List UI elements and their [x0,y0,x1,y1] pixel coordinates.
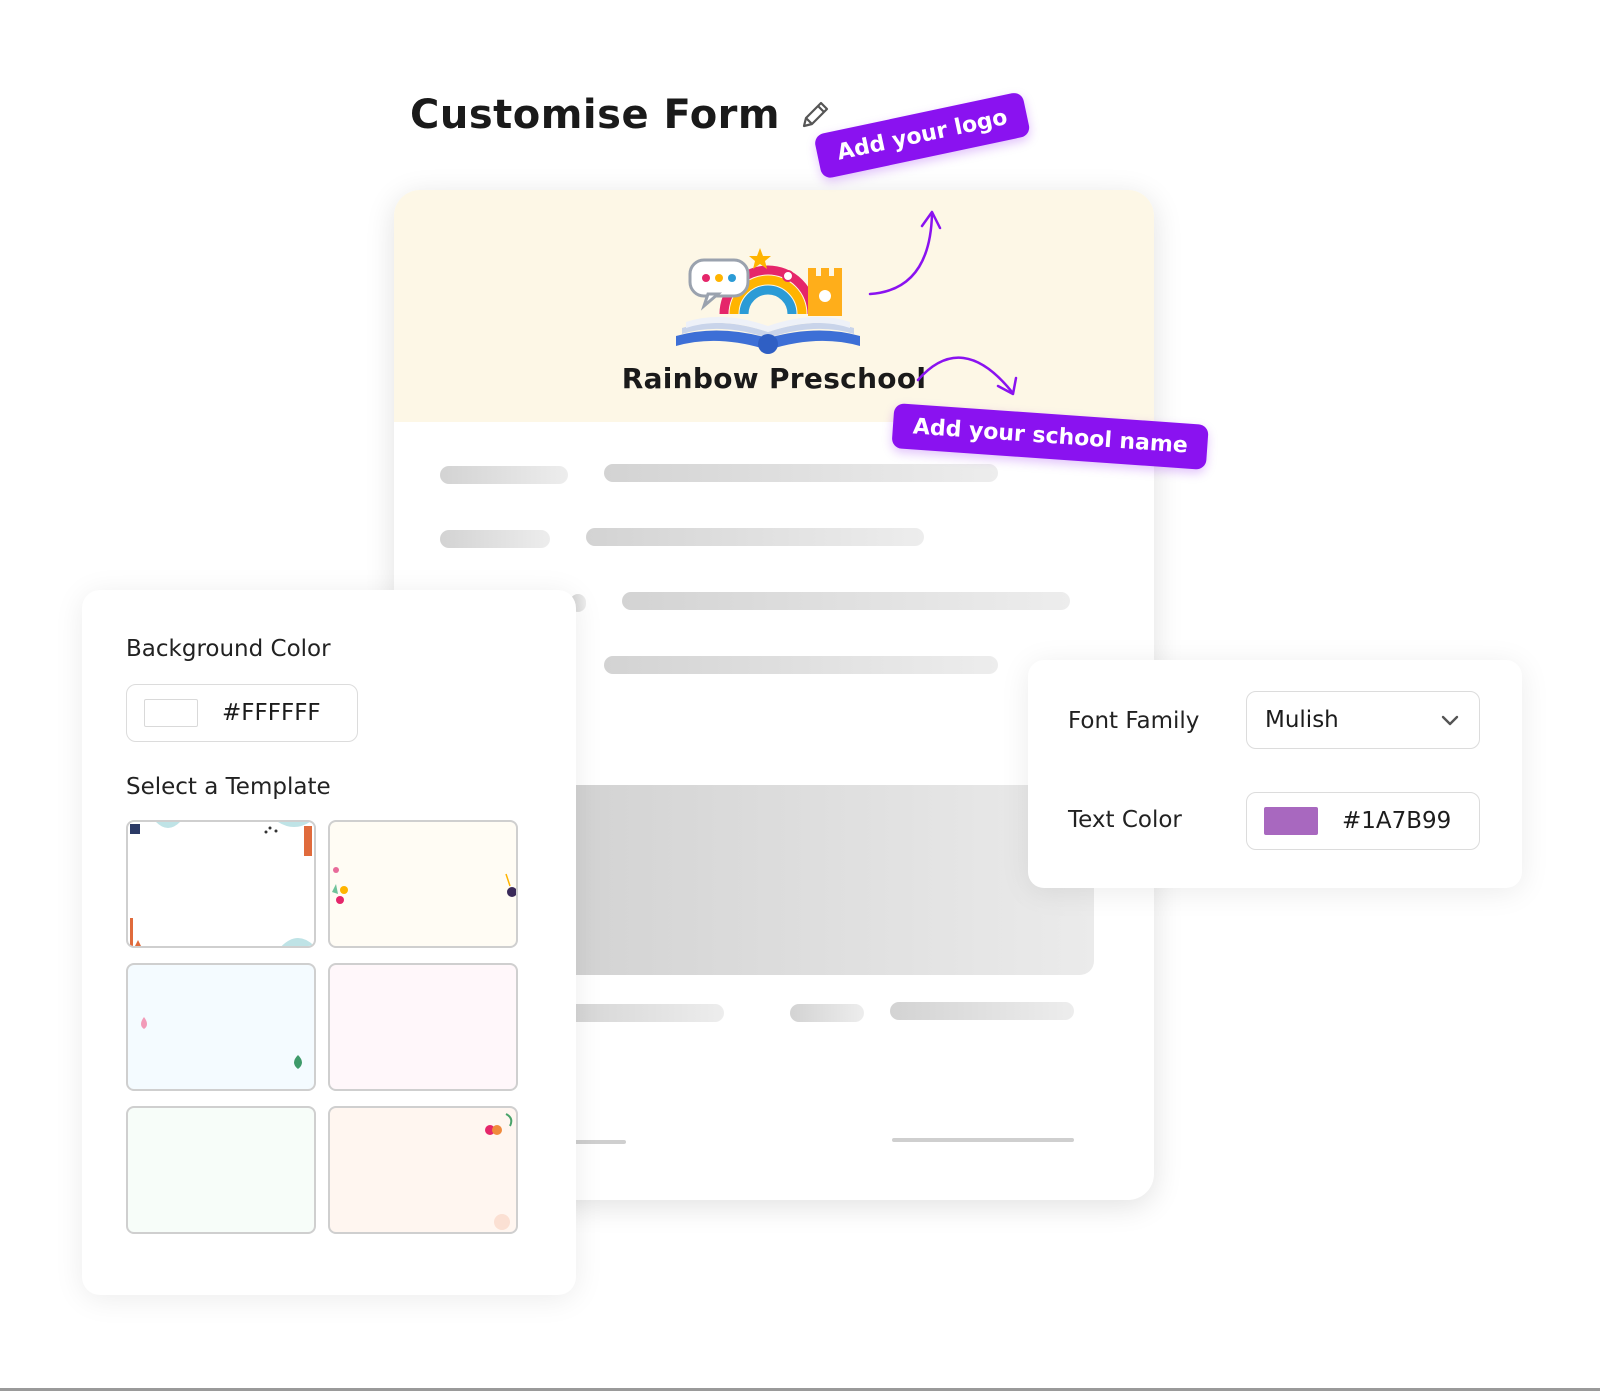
school-name[interactable]: Rainbow Preschool [394,362,1154,395]
placeholder-block [554,785,1094,975]
text-color-value[interactable]: #1A7B99 [1342,808,1451,834]
background-color-label: Background Color [126,636,331,662]
pencil-icon[interactable] [798,98,832,132]
text-color-field[interactable]: #1A7B99 [1246,792,1480,850]
template-sky-decor [141,1017,302,1069]
placeholder-line [440,466,568,484]
form-header: Rainbow Preschool [394,190,1154,422]
template-sky[interactable] [126,963,316,1091]
placeholder-line [554,1004,724,1022]
background-color-value[interactable]: #FFFFFF [222,700,321,726]
background-color-swatch[interactable] [144,699,198,727]
template-cream[interactable] [328,820,518,948]
page-header: Customise Form [410,92,832,138]
select-template-label: Select a Template [126,774,331,800]
template-peach-decor [485,1113,513,1230]
template-cream-decor [332,867,516,904]
placeholder-line [440,530,550,548]
template-peach[interactable] [328,1106,518,1234]
template-mint[interactable] [126,1106,316,1234]
background-settings-panel: Background Color #FFFFFF Select a Templa… [82,590,576,1295]
placeholder-line [586,528,924,546]
font-settings-panel: Font Family Mulish Text Color #1A7B99 [1028,660,1522,888]
font-family-label: Font Family [1068,708,1200,734]
placeholder-line [892,1138,1074,1142]
school-logo[interactable] [668,246,868,358]
template-blush[interactable] [328,963,518,1091]
page-title: Customise Form [410,92,781,138]
font-family-value[interactable]: Mulish [1265,707,1339,733]
placeholder-line [790,1004,864,1022]
template-confetti-decor [130,822,314,946]
add-logo-callout[interactable]: Add your logo [813,91,1032,180]
font-family-select[interactable]: Mulish [1246,691,1480,749]
placeholder-line [604,656,998,674]
chevron-down-icon[interactable] [1439,709,1461,731]
placeholder-line [604,464,998,482]
template-confetti[interactable] [126,820,316,948]
placeholder-line [622,592,1070,610]
text-color-label: Text Color [1068,807,1182,833]
placeholder-line [890,1002,1074,1020]
background-color-field[interactable]: #FFFFFF [126,684,358,742]
text-color-swatch[interactable] [1264,807,1318,835]
